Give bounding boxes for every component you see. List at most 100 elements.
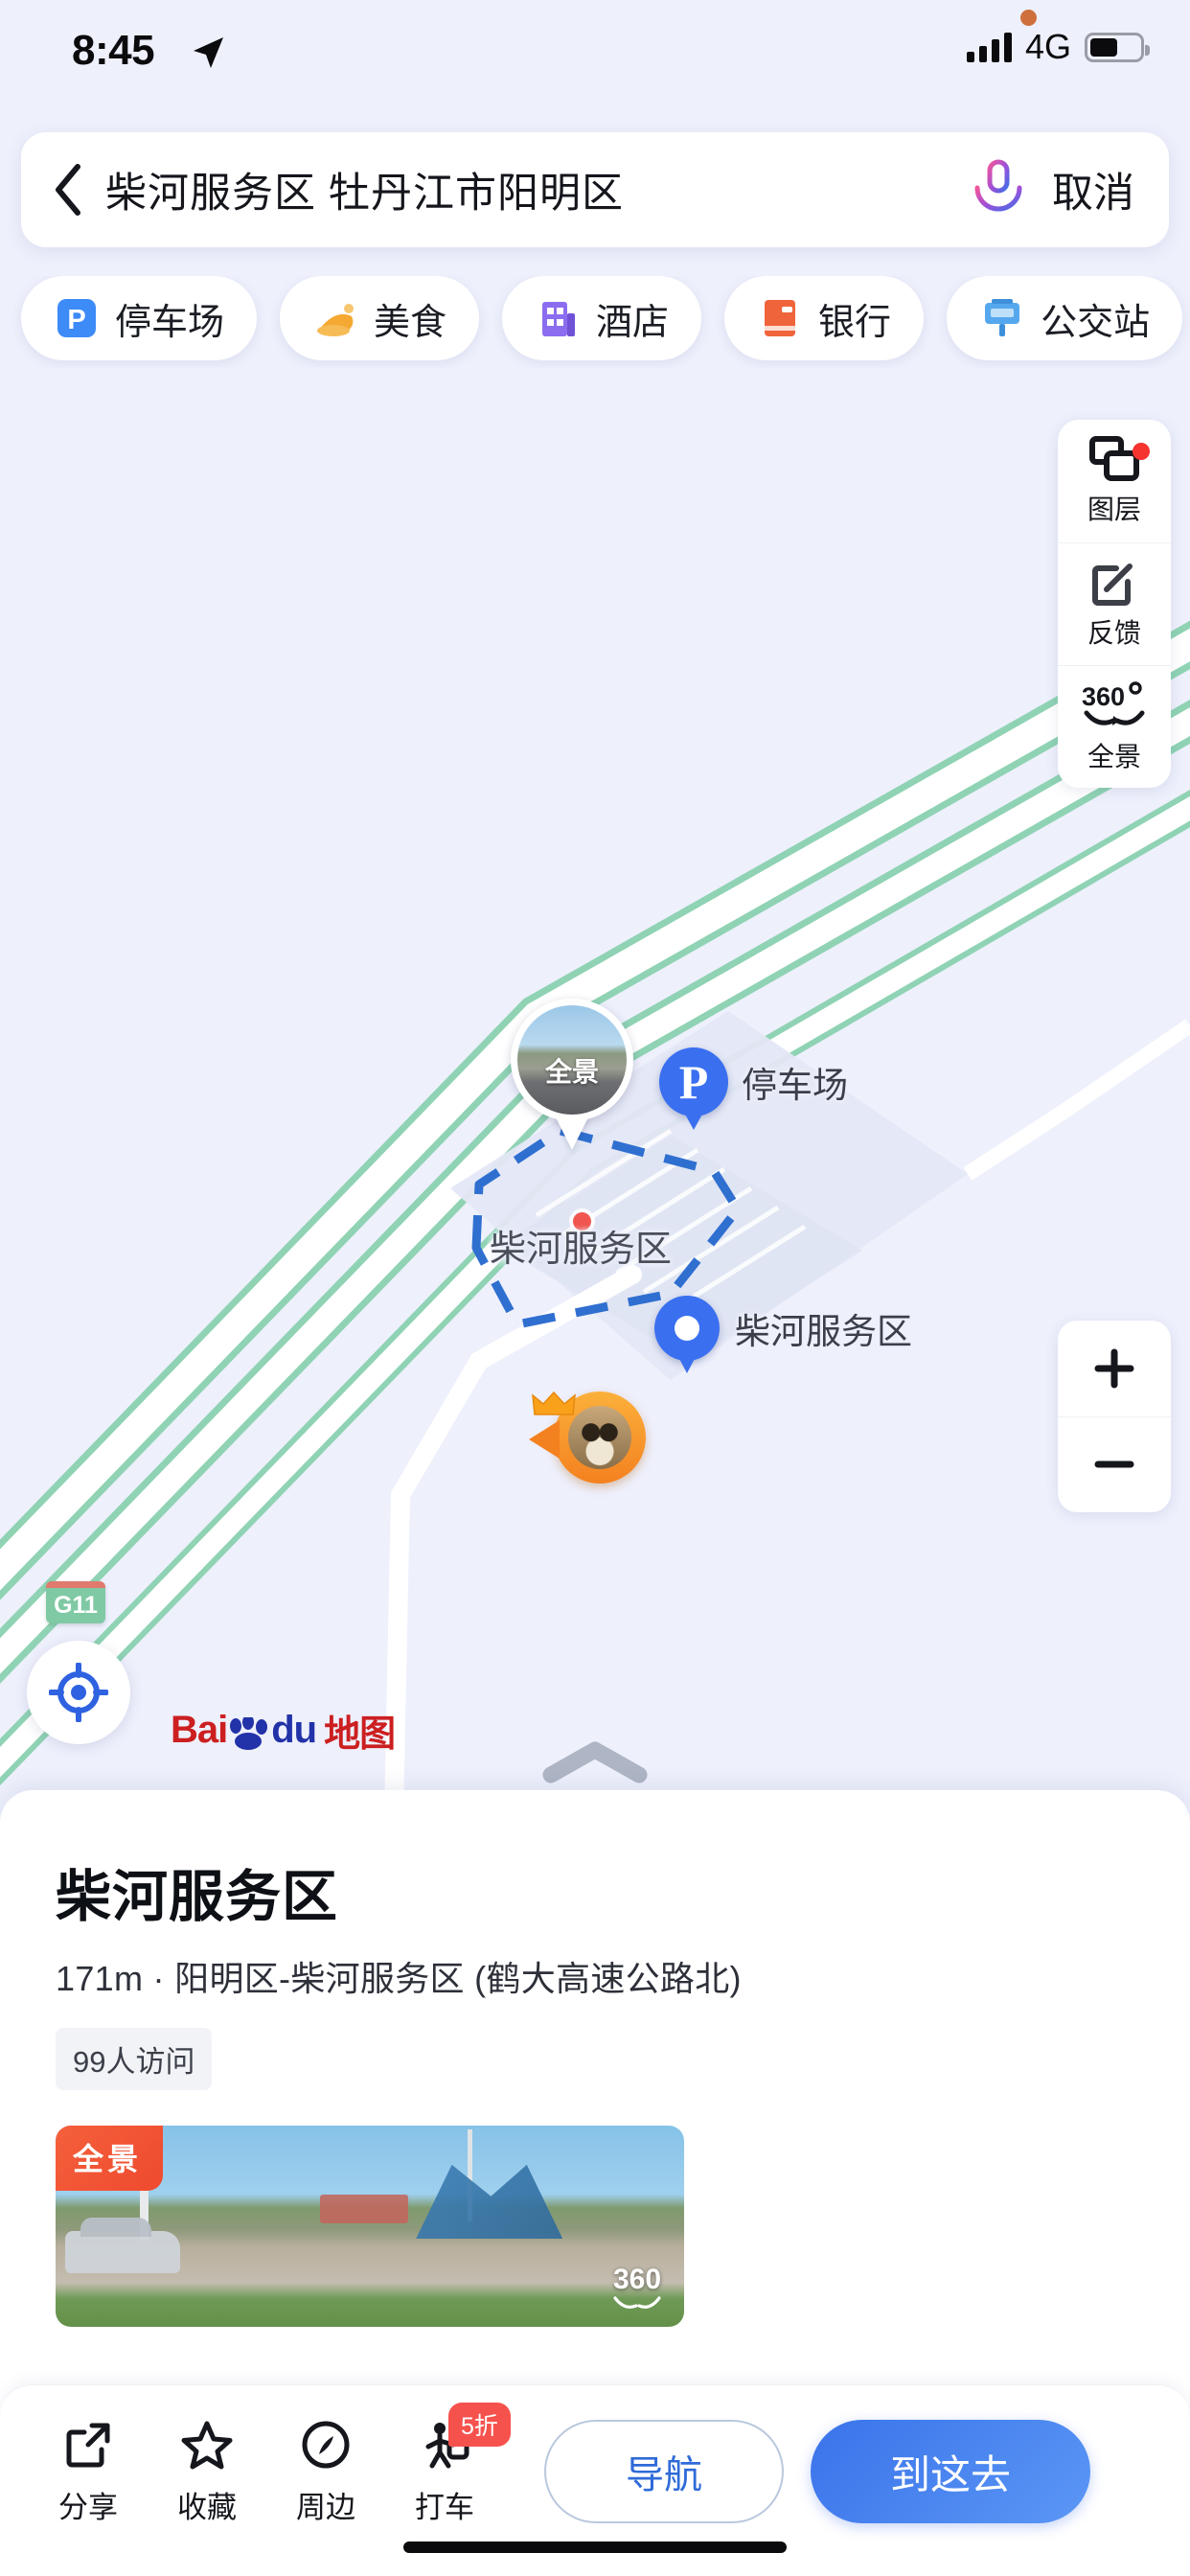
panorama-pin-label: 全景 xyxy=(544,1057,599,1087)
paw-icon xyxy=(230,1716,268,1750)
share-icon xyxy=(66,2423,110,2468)
map-parking-marker[interactable]: P 停车场 xyxy=(659,1047,848,1116)
sheet-expand-handle[interactable] xyxy=(538,1736,652,1795)
heading-arrow-icon xyxy=(529,1420,560,1459)
chip-bus-stop[interactable]: 公交站 xyxy=(947,276,1183,360)
search-input[interactable]: 柴河服务区 牡丹江市阳明区 xyxy=(105,160,958,219)
360-panorama-icon: 360 xyxy=(1082,680,1145,725)
star-icon xyxy=(181,2421,233,2470)
action-taxi-label: 打车 xyxy=(415,2491,474,2524)
logo-du-text: du xyxy=(271,1709,317,1751)
category-chip-row[interactable]: P 停车场 美食 酒店 银行 公交站 xyxy=(0,276,1190,368)
food-icon xyxy=(317,304,355,336)
map-tools-panel: 图层 反馈 360 全景 xyxy=(1058,420,1171,788)
hotel-icon xyxy=(542,302,576,336)
feedback-edit-icon xyxy=(1092,563,1133,606)
chip-food[interactable]: 美食 xyxy=(280,276,480,360)
zoom-in-button[interactable] xyxy=(1058,1321,1171,1416)
action-favorite-label: 收藏 xyxy=(177,2491,237,2524)
panorama-card[interactable]: 全景 360 xyxy=(56,2126,684,2327)
map-tool-layers-label: 图层 xyxy=(1087,494,1141,524)
cancel-button[interactable]: 取消 xyxy=(1039,160,1169,219)
action-favorite[interactable]: 收藏 xyxy=(148,2420,266,2526)
minus-icon xyxy=(1094,1460,1134,1468)
chip-hotel-label: 酒店 xyxy=(596,302,670,343)
microphone-icon xyxy=(974,159,1022,220)
parking-pin-icon: P xyxy=(659,1047,728,1116)
action-share[interactable]: 分享 xyxy=(29,2420,148,2526)
panorama-360-label: 360 xyxy=(611,2266,663,2312)
crown-icon xyxy=(532,1392,576,1415)
place-subtitle: 171m · 阳明区-柴河服务区 (鹤大高速公路北) xyxy=(56,1959,742,1998)
chip-bank-label: 银行 xyxy=(818,302,892,343)
status-right-cluster: 4G xyxy=(966,27,1150,67)
status-bar: 8:45 4G xyxy=(0,0,1190,113)
my-location-marker[interactable] xyxy=(529,1392,646,1484)
pin-tail xyxy=(555,1116,589,1150)
taxi-discount-badge: 5折 xyxy=(448,2403,511,2447)
zoom-out-button[interactable] xyxy=(1058,1415,1171,1513)
poi-circle-icon xyxy=(654,1296,720,1361)
navigate-button[interactable]: 导航 xyxy=(544,2420,784,2523)
chip-food-label: 美食 xyxy=(374,302,447,343)
pano-shelter-decor xyxy=(416,2164,563,2239)
logo-bai-text: Bai xyxy=(171,1709,228,1751)
bank-icon xyxy=(765,300,796,336)
page-title: 柴河服务区 xyxy=(56,1866,339,1928)
action-share-label: 分享 xyxy=(58,2491,118,2524)
panorama-360-text: 360 xyxy=(612,2264,662,2295)
zoom-controls xyxy=(1058,1321,1171,1512)
map-area-label: 柴河服务区 xyxy=(490,1230,673,1270)
map-tool-panorama-label: 全景 xyxy=(1087,741,1141,771)
go-here-button[interactable]: 到这去 xyxy=(811,2420,1090,2523)
panorama-card-badge: 全景 xyxy=(56,2126,164,2191)
chevron-up-handle-icon xyxy=(542,1741,648,1783)
panorama-thumbnail: 全景 xyxy=(511,999,633,1121)
my-location-button[interactable] xyxy=(27,1641,130,1744)
map-poi-marker[interactable]: 柴河服务区 xyxy=(654,1296,912,1361)
360-arc-icon xyxy=(613,2296,661,2309)
action-nearby[interactable]: 周边 xyxy=(266,2420,385,2526)
logo-map-text: 地图 xyxy=(324,1714,396,1755)
svg-text:360: 360 xyxy=(1082,682,1125,711)
compass-nearby-icon xyxy=(302,2421,350,2469)
map-tool-panorama[interactable]: 360 全景 xyxy=(1058,665,1171,788)
highway-shield-g11: G11 xyxy=(46,1581,105,1623)
baidu-map-logo: Bai du 地图 xyxy=(171,1704,396,1757)
layers-badge-dot xyxy=(1133,443,1150,460)
avatar xyxy=(568,1406,631,1469)
visits-badge: 99人访问 xyxy=(56,2028,213,2090)
map-tool-layers[interactable]: 图层 xyxy=(1058,420,1171,542)
chip-bus-stop-label: 公交站 xyxy=(1041,302,1151,343)
search-bar[interactable]: 柴河服务区 牡丹江市阳明区 取消 xyxy=(21,132,1169,247)
parking-icon: P xyxy=(57,299,96,337)
chip-parking-label: 停车场 xyxy=(115,302,225,343)
map-panorama-pin[interactable]: 全景 xyxy=(511,999,633,1152)
svg-text:P: P xyxy=(67,305,85,335)
poi-marker-label: 柴河服务区 xyxy=(735,1312,912,1351)
chip-parking[interactable]: P 停车场 xyxy=(21,276,258,360)
voice-search-button[interactable] xyxy=(958,158,1039,221)
map-tool-feedback[interactable]: 反馈 xyxy=(1058,542,1171,665)
pano-car-decor xyxy=(65,2218,180,2273)
user-avatar-location-icon xyxy=(529,1392,646,1484)
location-arrow-icon xyxy=(194,37,223,68)
layers-icon xyxy=(1089,436,1139,481)
bus-stop-icon xyxy=(985,299,1020,336)
action-taxi[interactable]: 5折 打车 xyxy=(385,2403,511,2526)
chip-hotel[interactable]: 酒店 xyxy=(502,276,702,360)
home-indicator xyxy=(403,2542,787,2553)
back-button[interactable] xyxy=(31,132,105,247)
status-time: 8:45 xyxy=(72,27,155,74)
back-chevron-icon xyxy=(56,164,80,216)
action-nearby-label: 周边 xyxy=(296,2491,355,2524)
map-tool-feedback-label: 反馈 xyxy=(1087,617,1141,648)
signal-bars-icon xyxy=(966,32,1012,62)
parking-marker-label: 停车场 xyxy=(742,1066,848,1105)
network-type-label: 4G xyxy=(1024,27,1071,66)
my-location-icon xyxy=(49,1663,108,1722)
chip-bank[interactable]: 银行 xyxy=(724,276,925,360)
battery-icon xyxy=(1085,32,1150,62)
pano-building-decor xyxy=(320,2195,408,2223)
orange-recording-indicator xyxy=(1020,10,1037,26)
